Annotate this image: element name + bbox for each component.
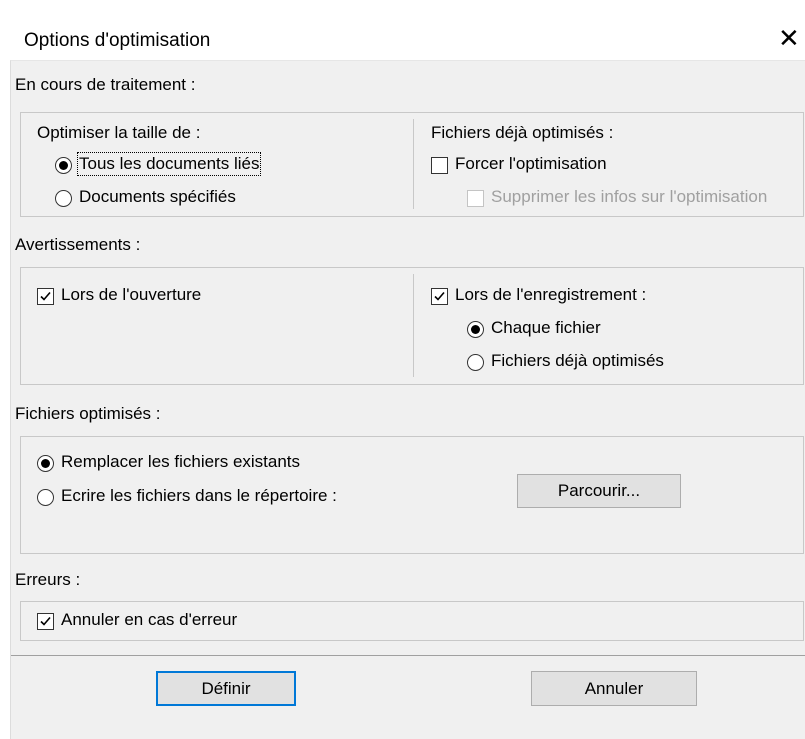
cancel-button[interactable]: Annuler xyxy=(531,671,697,706)
radio-each-file[interactable] xyxy=(467,321,484,338)
force-optimization-label[interactable]: Forcer l'optimisation xyxy=(455,154,607,174)
radio-write-to-directory[interactable] xyxy=(37,489,54,506)
define-button[interactable]: Définir xyxy=(156,671,296,706)
checkmark-icon xyxy=(434,291,445,301)
cancel-on-error-label[interactable]: Annuler en cas d'erreur xyxy=(61,610,237,630)
cancel-on-error-checkbox[interactable] xyxy=(37,613,54,630)
on-save-label[interactable]: Lors de l'enregistrement : xyxy=(455,285,646,305)
force-optimization-checkbox[interactable] xyxy=(431,157,448,174)
radio-replace-files-label[interactable]: Remplacer les fichiers existants xyxy=(61,452,300,472)
errors-group: Annuler en cas d'erreur xyxy=(20,601,804,641)
radio-write-to-directory-label[interactable]: Ecrire les fichiers dans le répertoire : xyxy=(61,486,337,506)
radio-replace-files[interactable] xyxy=(37,455,54,472)
warnings-group: Lors de l'ouverture Lors de l'enregistre… xyxy=(20,267,804,385)
optimized-files-group: Remplacer les fichiers existants Ecrire … xyxy=(20,436,804,554)
radio-already-optimized-files[interactable] xyxy=(467,354,484,371)
radio-specified-docs-label[interactable]: Documents spécifiés xyxy=(79,187,236,207)
on-open-label[interactable]: Lors de l'ouverture xyxy=(61,285,201,305)
warnings-divider xyxy=(413,274,414,377)
close-icon[interactable]: ✕ xyxy=(778,26,800,52)
remove-info-checkbox xyxy=(467,190,484,207)
title-bar: Options d'optimisation ✕ xyxy=(0,0,805,60)
remove-info-label: Supprimer les infos sur l'optimisation xyxy=(491,187,768,206)
dialog-body: En cours de traitement : Optimiser la ta… xyxy=(10,60,805,739)
radio-all-linked-docs-label[interactable]: Tous les documents liés xyxy=(76,152,262,176)
dialog-title: Options d'optimisation xyxy=(24,30,211,51)
optimize-size-label: Optimiser la taille de : xyxy=(37,123,201,142)
browse-button[interactable]: Parcourir... xyxy=(517,474,681,508)
warnings-section-label: Avertissements : xyxy=(15,235,141,254)
processing-group: Optimiser la taille de : Tous les docume… xyxy=(20,112,804,217)
on-save-checkbox[interactable] xyxy=(431,288,448,305)
optimized-files-section-label: Fichiers optimisés : xyxy=(15,404,161,423)
checkmark-icon xyxy=(40,291,51,301)
errors-section-label: Erreurs : xyxy=(15,570,81,589)
radio-specified-docs[interactable] xyxy=(55,190,72,207)
on-open-checkbox[interactable] xyxy=(37,288,54,305)
radio-all-linked-docs[interactable] xyxy=(55,157,72,174)
already-optimized-label: Fichiers déjà optimisés : xyxy=(431,123,614,142)
radio-each-file-label[interactable]: Chaque fichier xyxy=(491,318,601,338)
processing-divider xyxy=(413,119,414,209)
checkmark-icon xyxy=(40,616,51,626)
processing-section-label: En cours de traitement : xyxy=(15,75,196,94)
footer-separator xyxy=(11,655,805,656)
radio-already-optimized-files-label[interactable]: Fichiers déjà optimisés xyxy=(491,351,664,371)
